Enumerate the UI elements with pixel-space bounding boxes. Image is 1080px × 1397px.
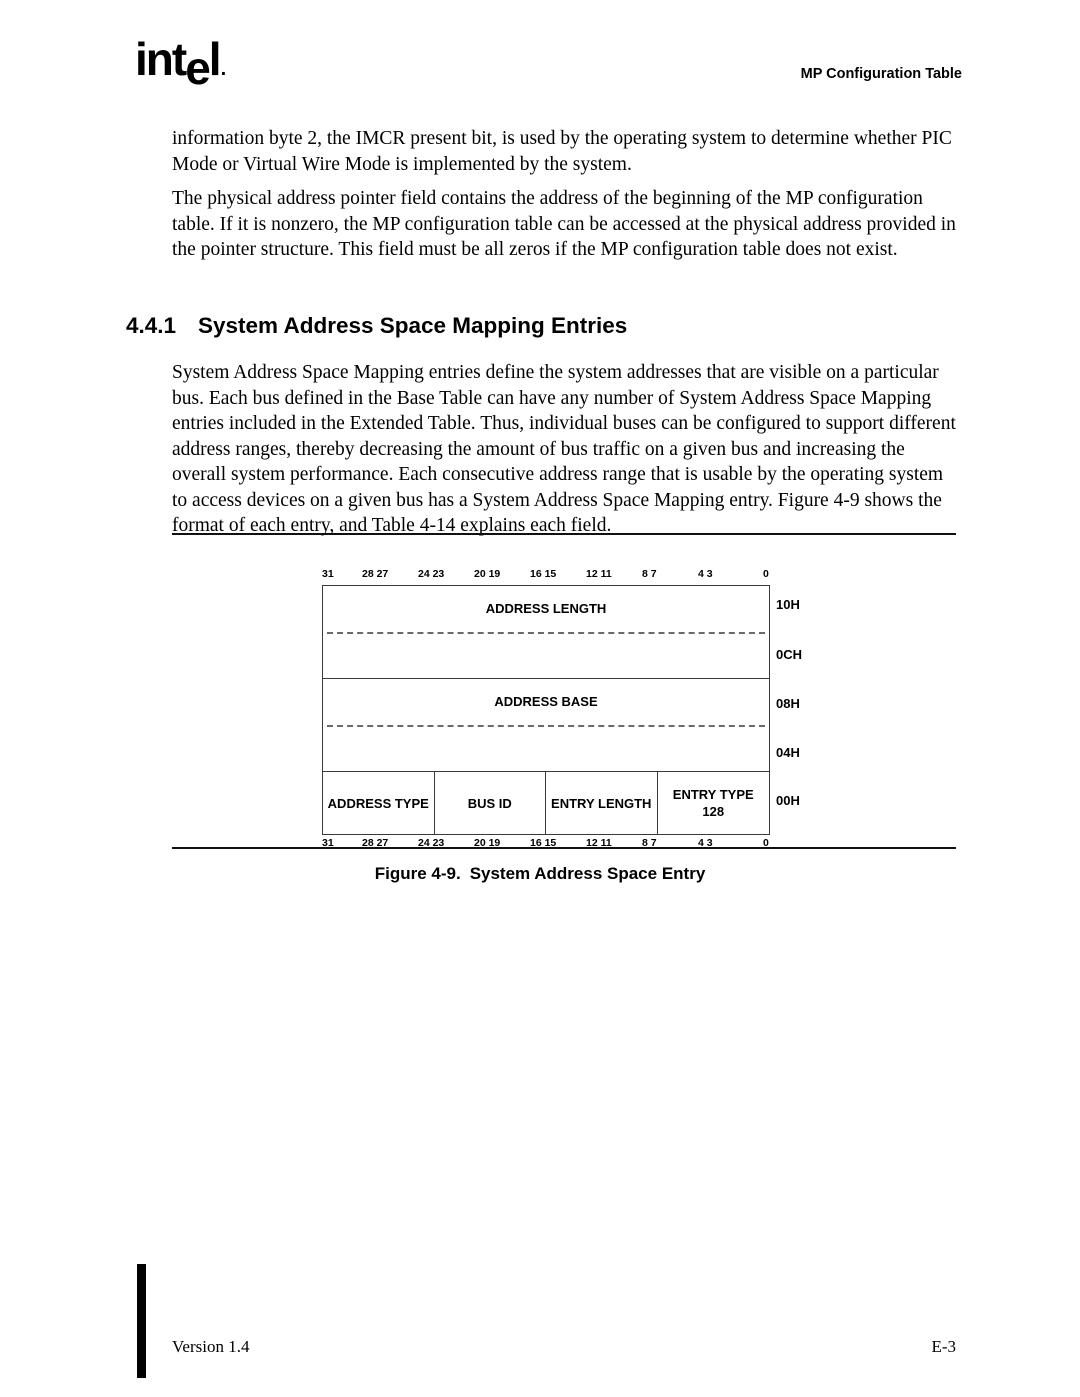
- field-label-entry-length: ENTRY LENGTH: [551, 795, 652, 811]
- figure-rule-bottom: [172, 847, 956, 849]
- field-label-bus-id: BUS ID: [467, 795, 512, 811]
- header-field-cells: ADDRESS TYPE BUS ID ENTRY LENGTH ENTRY T…: [323, 772, 769, 834]
- offset-label: 08H: [776, 696, 800, 711]
- offset-label: 0CH: [776, 647, 803, 662]
- figure-rule-top: [172, 533, 956, 535]
- bit-ruler-top-tick: 0: [763, 568, 769, 580]
- field-label-entry-type: ENTRY TYPE: [672, 787, 754, 802]
- dword-row-header-fields: ADDRESS TYPE BUS ID ENTRY LENGTH ENTRY T…: [323, 772, 769, 834]
- dword-dashed-divider-length: [327, 632, 765, 634]
- field-cell-address-type: ADDRESS TYPE: [323, 772, 435, 834]
- system-address-space-entry-diagram: ADDRESS LENGTH ADDRESS BASE ADDRESS TYPE…: [322, 585, 770, 835]
- bit-ruler-top-tick: 20 19: [474, 568, 501, 580]
- field-cell-bus-id: BUS ID: [435, 772, 546, 834]
- bit-ruler-top-tick: 24 23: [418, 568, 445, 580]
- dword-row-address-length: ADDRESS LENGTH: [323, 586, 769, 679]
- section-heading-4-4-1: 4.4.1 System Address Space Mapping Entrie…: [126, 313, 627, 339]
- offset-label: 04H: [776, 745, 800, 760]
- footer-version: Version 1.4: [172, 1337, 250, 1356]
- section-title: System Address Space Mapping Entries: [198, 313, 628, 338]
- page-header: intel. MP Configuration Table: [0, 0, 1080, 110]
- intel-logo: intel.: [135, 33, 226, 94]
- figure-caption: Figure 4-9. System Address Space Entry: [0, 864, 1080, 884]
- field-label-address-length: ADDRESS LENGTH: [485, 601, 607, 616]
- bit-ruler-top: 31 28 27 24 23 20 19 16 15 12 11 8 7 4 3 0: [322, 568, 770, 581]
- bit-ruler-top-tick: 4 3: [698, 568, 713, 580]
- field-value-entry-type: 128: [702, 804, 725, 819]
- logo-drop-e: e: [185, 42, 211, 94]
- bit-ruler-top-tick: 31: [322, 568, 334, 580]
- section-number: 4.4.1: [126, 313, 177, 338]
- field-cell-entry-length: ENTRY LENGTH: [546, 772, 658, 834]
- logo-dot: .: [220, 58, 226, 80]
- bit-ruler-top-tick: 28 27: [362, 568, 389, 580]
- offset-label: 00H: [776, 793, 800, 808]
- figure-caption-title: System Address Space Entry: [469, 864, 706, 883]
- logo-text-int: int: [135, 33, 187, 85]
- paragraph-system-address-space: System Address Space Mapping entries def…: [172, 362, 956, 536]
- dword-dashed-divider-base: [327, 725, 765, 727]
- field-label-address-base: ADDRESS BASE: [494, 694, 598, 709]
- bit-ruler-top-tick: 16 15: [530, 568, 557, 580]
- logo-text-l: l: [208, 33, 222, 85]
- running-header-title: MP Configuration Table: [800, 66, 962, 82]
- field-label-address-type: ADDRESS TYPE: [327, 795, 429, 811]
- offset-column: 10H 0CH 08H 04H 00H: [776, 585, 836, 835]
- change-bar: [137, 1264, 146, 1378]
- field-cell-entry-type: ENTRY TYPE 128: [658, 772, 770, 834]
- offset-label: 10H: [776, 597, 800, 612]
- bit-ruler-top-tick: 8 7: [642, 568, 657, 580]
- footer-page-number: E-3: [931, 1337, 956, 1356]
- figure-caption-label: Figure 4-9.: [374, 864, 461, 883]
- dword-row-address-base: ADDRESS BASE: [323, 679, 769, 772]
- paragraph-imcr: information byte 2, the IMCR present bit…: [172, 128, 952, 175]
- paragraph-physical-address-pointer: The physical address pointer field conta…: [172, 188, 956, 260]
- bit-ruler-top-tick: 12 11: [586, 568, 612, 580]
